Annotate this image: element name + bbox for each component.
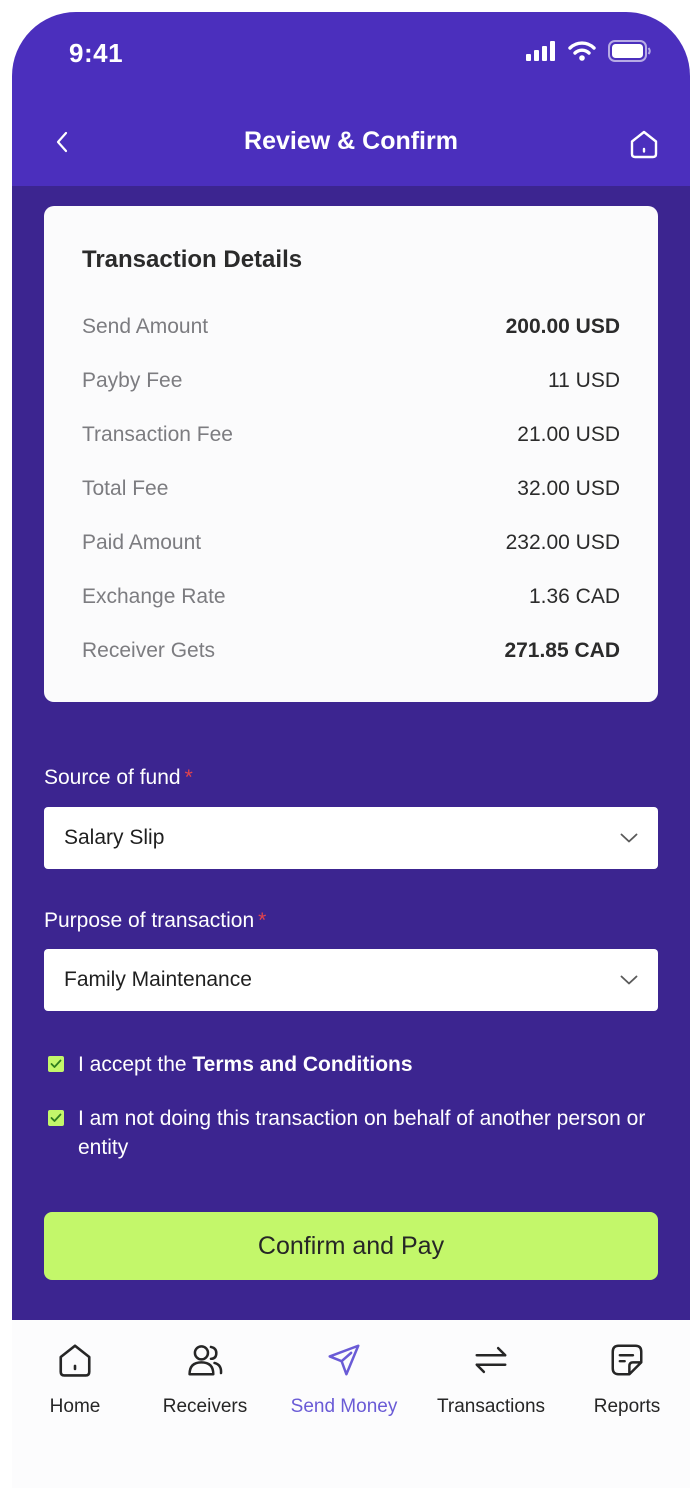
terms-link[interactable]: Terms and Conditions <box>192 1053 412 1076</box>
terms-checkbox[interactable] <box>48 1056 64 1072</box>
tab-send-money[interactable]: Send Money <box>276 1338 412 1418</box>
behalf-text: I am not doing this transaction on behal… <box>78 1107 646 1159</box>
purpose-label: Purpose of transaction * <box>44 909 266 933</box>
tab-label: Home <box>49 1396 101 1417</box>
purpose-select[interactable]: Family Maintenance <box>44 949 658 1011</box>
detail-row: Paid Amount 232.00 USD <box>82 528 620 558</box>
battery-icon <box>608 40 651 62</box>
tab-label: Send Money <box>290 1396 398 1417</box>
tab-reports[interactable]: Reports <box>559 1338 690 1418</box>
top-bar: 9:41 Review & Confirm <box>12 12 690 186</box>
required-mark: * <box>258 909 267 932</box>
confirm-and-pay-button[interactable]: Confirm and Pay <box>44 1212 658 1280</box>
tab-label: Reports <box>593 1396 661 1417</box>
source-of-fund-label-text: Source of fund <box>44 766 181 789</box>
home-button[interactable] <box>624 124 664 164</box>
report-icon <box>611 1344 643 1376</box>
transaction-details-card: Transaction Details Send Amount 200.00 U… <box>44 206 658 702</box>
purpose-value: Family Maintenance <box>64 968 252 991</box>
phone-screen: 9:41 Review & Confirm Transaction Detail… <box>12 12 690 1488</box>
detail-row: Payby Fee 11 USD <box>82 366 620 396</box>
detail-row: Exchange Rate 1.36 CAD <box>82 582 620 612</box>
users-icon <box>188 1345 223 1376</box>
purpose-label-text: Purpose of transaction <box>44 909 255 932</box>
bottom-tab-bar: Home Receivers Send Money Transactions R… <box>12 1320 690 1488</box>
detail-value: 271.85 CAD <box>504 639 620 662</box>
source-of-fund-value: Salary Slip <box>64 826 165 849</box>
wifi-icon <box>568 41 596 61</box>
behalf-checkbox[interactable] <box>48 1110 64 1126</box>
home-icon <box>59 1344 91 1377</box>
transfer-arrows-icon <box>475 1346 507 1374</box>
signal-icon <box>526 41 555 61</box>
terms-checkbox-row: I accept the Terms and Conditions <box>48 1050 650 1079</box>
detail-label: Payby Fee <box>82 369 183 392</box>
main-content: Transaction Details Send Amount 200.00 U… <box>12 186 690 1320</box>
behalf-checkbox-row: I am not doing this transaction on behal… <box>48 1104 650 1162</box>
tab-receivers[interactable]: Receivers <box>137 1338 273 1418</box>
required-mark: * <box>184 766 193 789</box>
detail-label: Exchange Rate <box>82 585 226 608</box>
terms-text: I accept the Terms and Conditions <box>78 1050 413 1079</box>
detail-label: Paid Amount <box>82 531 202 554</box>
detail-label: Total Fee <box>82 477 169 500</box>
card-title: Transaction Details <box>82 246 303 273</box>
checkmark-icon <box>50 1059 62 1068</box>
home-icon <box>630 130 658 159</box>
chevron-down-icon <box>620 833 638 843</box>
terms-prefix: I accept the <box>78 1053 193 1076</box>
source-of-fund-label: Source of fund * <box>44 766 193 790</box>
detail-label: Send Amount <box>82 315 209 338</box>
tab-label: Receivers <box>162 1396 248 1417</box>
detail-row: Total Fee 32.00 USD <box>82 474 620 504</box>
checkmark-icon <box>50 1113 62 1122</box>
detail-row: Send Amount 200.00 USD <box>82 312 620 342</box>
detail-value: 232.00 USD <box>505 531 620 554</box>
tab-label: Transactions <box>436 1396 546 1417</box>
detail-row: Transaction Fee 21.00 USD <box>82 420 620 450</box>
detail-value: 1.36 CAD <box>528 585 620 608</box>
source-of-fund-select[interactable]: Salary Slip <box>44 807 658 869</box>
tab-transactions[interactable]: Transactions <box>423 1338 559 1418</box>
detail-row: Receiver Gets 271.85 CAD <box>82 636 620 666</box>
detail-label: Receiver Gets <box>82 639 216 662</box>
page-title: Review & Confirm <box>244 127 458 155</box>
detail-label: Transaction Fee <box>82 423 233 446</box>
detail-value: 200.00 USD <box>505 315 620 338</box>
detail-value: 21.00 USD <box>517 423 620 446</box>
detail-value: 11 USD <box>548 369 620 392</box>
tab-home[interactable]: Home <box>12 1338 143 1418</box>
detail-value: 32.00 USD <box>517 477 620 500</box>
send-icon <box>328 1344 360 1376</box>
status-time: 9:41 <box>69 38 124 68</box>
status-icons <box>526 40 652 62</box>
chevron-down-icon <box>620 975 638 985</box>
